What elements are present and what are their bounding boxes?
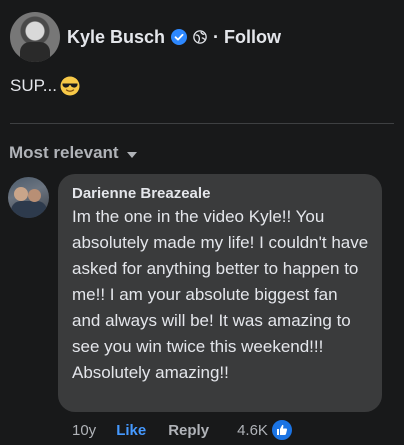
comment-text: Im the one in the video Kyle!! You absol… bbox=[72, 207, 369, 382]
comment-bubble: Darienne Breazeale Im the one in the vid… bbox=[58, 174, 382, 412]
reply-button[interactable]: Reply bbox=[168, 422, 209, 439]
comment-sort-dropdown[interactable]: Most relevant bbox=[9, 143, 137, 163]
comment-timestamp[interactable]: 10y bbox=[72, 422, 96, 439]
author-info: Kyle Busch · Follow bbox=[67, 27, 281, 48]
post-text: SUP... bbox=[10, 76, 80, 96]
reaction-count[interactable]: 4.6K bbox=[237, 422, 268, 439]
commenter-name[interactable]: Darienne Breazeale bbox=[72, 185, 370, 202]
divider bbox=[10, 123, 394, 124]
sunglasses-emoji-icon bbox=[60, 76, 80, 96]
author-avatar[interactable] bbox=[10, 12, 60, 62]
post-header: Kyle Busch · Follow bbox=[10, 12, 281, 62]
caret-down-icon bbox=[126, 151, 137, 158]
sort-label: Most relevant bbox=[9, 143, 119, 162]
globe-icon[interactable] bbox=[193, 30, 207, 44]
like-button[interactable]: Like bbox=[116, 422, 146, 439]
thumbs-up-reaction-icon[interactable] bbox=[270, 419, 293, 441]
commenter-avatar[interactable] bbox=[8, 177, 49, 218]
author-name[interactable]: Kyle Busch bbox=[67, 27, 165, 48]
follow-button[interactable]: · Follow bbox=[213, 27, 281, 48]
comment-actions: 10y Like Reply 4.6K bbox=[72, 419, 293, 441]
post-text-content: SUP... bbox=[10, 76, 57, 95]
verified-badge-icon bbox=[171, 29, 188, 45]
